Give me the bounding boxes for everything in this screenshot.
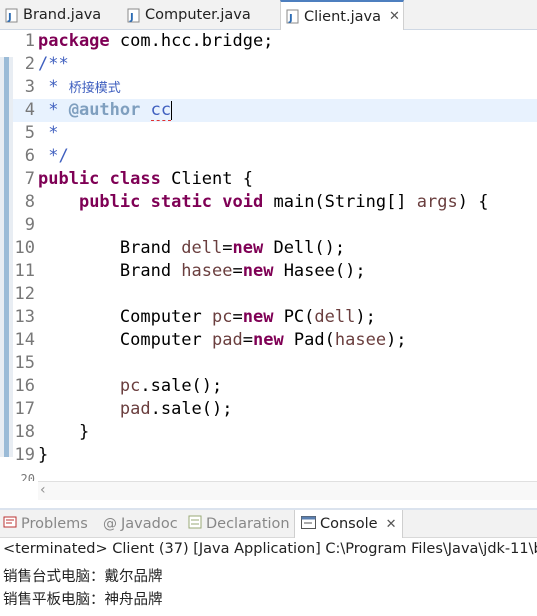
code-line: 15 [14, 353, 35, 373]
code-editor[interactable]: 1 package com.hcc.bridge; 2/** 3 * 桥接模式 4… [0, 30, 537, 508]
tab-declaration[interactable]: Declaration [188, 510, 290, 538]
code-line: 1 package com.hcc.bridge; [24, 31, 274, 51]
tab-label: Javadoc [121, 516, 178, 532]
code-line: 6 */ [24, 146, 69, 166]
code-line: 20 [20, 472, 35, 481]
code-line: 10 Brand dell=new Dell(); [14, 238, 346, 258]
java-file-icon: J [286, 9, 299, 24]
svg-text:J: J [7, 12, 12, 23]
tab-label: Problems [21, 516, 88, 532]
tab-label: Declaration [206, 516, 290, 532]
tab-label: Computer.java [145, 7, 251, 23]
code-line: 9 [24, 215, 35, 235]
tab-client-java[interactable]: J Client.java ✕ [280, 0, 404, 31]
console-icon [301, 515, 316, 533]
java-file-icon: J [127, 8, 140, 23]
code-line: 14 Computer pad=new Pad(hasee); [14, 330, 407, 350]
code-line: 8 public static void main(String[] args)… [24, 192, 489, 212]
code-line: 3 * 桥接模式 [24, 77, 121, 97]
tab-problems[interactable]: Problems [3, 510, 88, 538]
svg-text:J: J [129, 12, 134, 23]
code-line: 5 * [24, 123, 59, 143]
declaration-icon [188, 515, 202, 533]
code-line: 13 Computer pc=new PC(dell); [14, 307, 376, 327]
close-icon[interactable]: ✕ [389, 9, 400, 24]
code-line: 11 Brand hasee=new Hasee(); [14, 261, 366, 281]
horizontal-scrollbar[interactable]: ‹ [38, 481, 537, 500]
tab-javadoc[interactable]: @ Javadoc [103, 510, 178, 538]
tab-computer-java[interactable]: J Computer.java [122, 0, 272, 30]
tab-label: Client.java [304, 8, 381, 25]
code-line: 17 pad.sale(); [14, 399, 233, 419]
overview-ruler [0, 30, 13, 508]
svg-text:J: J [288, 13, 293, 24]
code-line: 16 pc.sale(); [14, 376, 223, 396]
code-line-current: 4 * @author cc [13, 99, 537, 122]
console-output[interactable]: <terminated> Client (37) [Java Applicati… [0, 538, 537, 616]
code-line: 2/** [24, 54, 69, 74]
java-file-icon: J [5, 8, 18, 23]
tab-brand-java[interactable]: J Brand.java [0, 0, 118, 30]
scroll-left-arrow-icon[interactable]: ‹ [40, 482, 46, 498]
console-status: <terminated> Client (37) [Java Applicati… [3, 541, 537, 557]
tab-label: Console [320, 516, 378, 532]
code-line: 12 [14, 284, 35, 304]
code-line: 7 public class Client { [24, 169, 253, 189]
problems-icon [3, 515, 17, 533]
text-caret [171, 100, 173, 120]
tab-console[interactable]: Console ✕ [294, 510, 404, 538]
code-line: 18 } [14, 422, 90, 442]
console-line: 销售台式电脑：戴尔品牌 [3, 569, 163, 585]
close-icon[interactable]: ✕ [386, 517, 397, 532]
code-line: 19} [14, 445, 49, 465]
tab-label: Brand.java [23, 7, 102, 23]
javadoc-icon: @ [103, 516, 117, 532]
editor-tab-bar: J Brand.java J Computer.java J Client.ja… [0, 0, 537, 31]
console-line: 销售平板电脑：神舟品牌 [3, 592, 163, 608]
bottom-view-tab-bar: Problems @ Javadoc Declaration Console ✕ [0, 510, 537, 538]
